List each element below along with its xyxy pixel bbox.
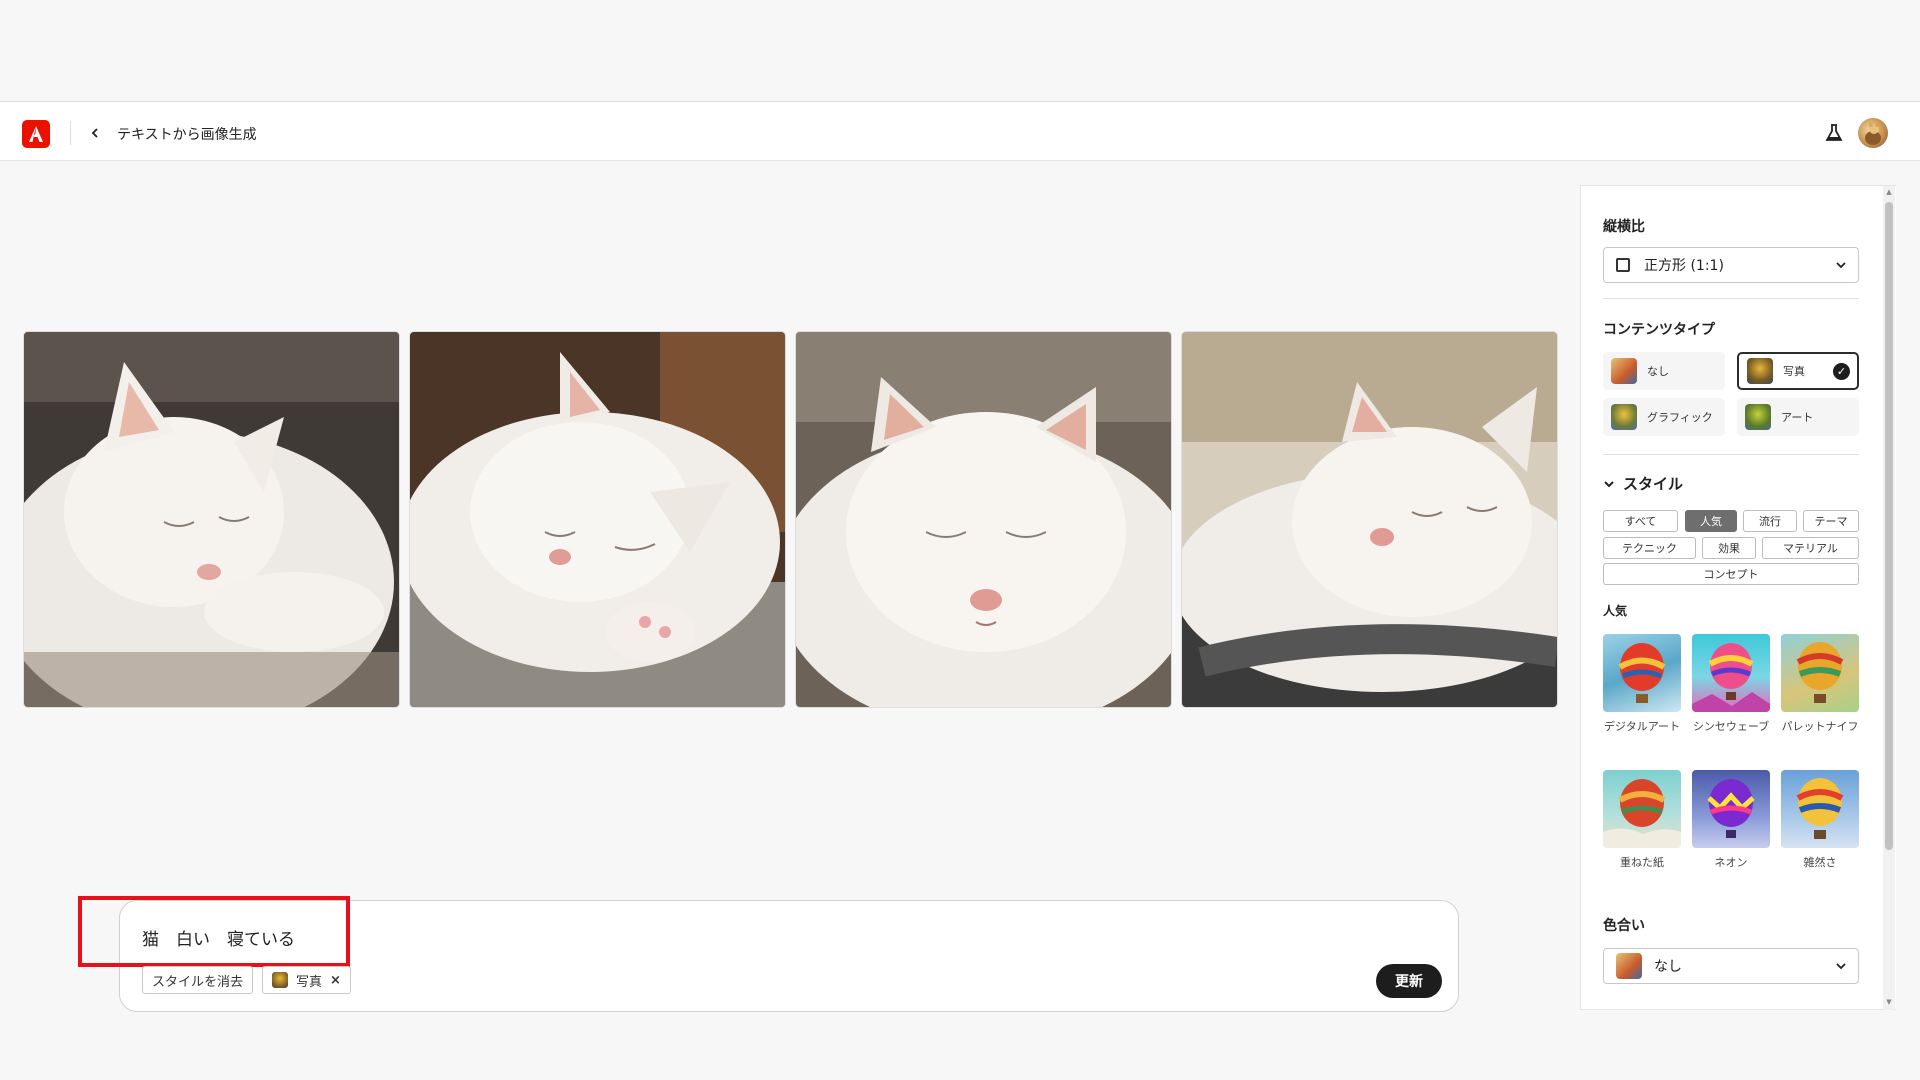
scroll-down-icon[interactable]: ▼ — [1885, 998, 1893, 1006]
prompt-input-box[interactable]: 猫 白い 寝ている — [119, 900, 1459, 1012]
color-tone-select[interactable]: なし — [1603, 948, 1859, 984]
panel-divider — [1603, 298, 1859, 299]
style-tile-neon[interactable] — [1692, 770, 1770, 848]
aspect-ratio-select[interactable]: 正方形 (1:1) — [1603, 247, 1859, 283]
color-tone-label: 色合い — [1603, 918, 1645, 934]
none-color-icon — [1616, 953, 1642, 979]
content-type-graphic[interactable]: グラフィック — [1603, 398, 1725, 436]
style-filter-concept[interactable]: コンセプト — [1603, 563, 1859, 585]
style-tile-digital-art-label: デジタルアート — [1603, 720, 1681, 733]
content-type-photo[interactable]: 写真 ✓ — [1737, 352, 1859, 390]
clear-style-button[interactable]: スタイルを消去 — [142, 966, 254, 994]
user-avatar[interactable] — [1858, 118, 1888, 148]
header-divider — [70, 121, 71, 145]
style-tile-palette-knife-label: パレットナイフ — [1781, 720, 1859, 733]
generated-image-1[interactable] — [24, 332, 399, 707]
style-tile-clutter[interactable] — [1781, 770, 1859, 848]
adobe-logo-icon[interactable] — [22, 120, 50, 148]
aspect-ratio-value: 正方形 (1:1) — [1644, 258, 1724, 274]
chevron-left-icon — [91, 128, 98, 138]
applied-style-chip[interactable]: 写真 × — [262, 966, 351, 994]
panel-divider — [1603, 454, 1859, 455]
style-tile-neon-label: ネオン — [1714, 856, 1748, 869]
page-title: テキストから画像生成 — [117, 127, 257, 143]
popular-styles-label: 人気 — [1603, 604, 1628, 618]
generated-image-4[interactable] — [1182, 332, 1557, 707]
square-icon — [1616, 258, 1630, 272]
settings-panel: 縦横比 正方形 (1:1) コンテンツタイプ なし 写真 ✓ グラフィック アー… — [1580, 185, 1896, 1010]
style-tile-palette-knife[interactable] — [1781, 634, 1859, 712]
remove-chip-icon[interactable]: × — [330, 973, 341, 988]
scrollbar-thumb[interactable] — [1885, 202, 1893, 850]
style-filter-theme[interactable]: テーマ — [1803, 510, 1859, 532]
none-thumb-icon — [1611, 358, 1637, 384]
scroll-up-icon[interactable]: ▲ — [1885, 188, 1893, 196]
style-section-toggle[interactable]: スタイル — [1603, 473, 1683, 494]
chevron-down-icon — [1836, 262, 1846, 269]
chevron-down-icon — [1604, 480, 1614, 487]
generated-image-2[interactable] — [410, 332, 785, 707]
style-tile-layered-paper-label: 重ねた紙 — [1620, 856, 1664, 869]
graphic-thumb-icon — [1611, 404, 1637, 430]
checkmark-icon: ✓ — [1833, 363, 1850, 380]
style-tile-clutter-label: 雑然さ — [1803, 856, 1837, 869]
prompt-text[interactable]: 猫 白い 寝ている — [142, 925, 295, 950]
panel-scrollbar[interactable]: ▲ ▼ — [1883, 186, 1895, 1010]
art-thumb-icon — [1745, 404, 1771, 430]
style-tile-digital-art[interactable] — [1603, 634, 1681, 712]
style-filter-technique[interactable]: テクニック — [1603, 537, 1696, 559]
chevron-down-icon — [1836, 963, 1846, 970]
back-button[interactable] — [84, 122, 106, 144]
clear-style-label: スタイルを消去 — [152, 974, 244, 990]
applied-chip-label: 写真 — [296, 974, 323, 990]
style-filter-effect[interactable]: 効果 — [1702, 537, 1756, 559]
flask-icon[interactable] — [1822, 121, 1846, 145]
photo-balloon-icon — [272, 972, 288, 988]
content-type-none-label: なし — [1647, 365, 1669, 378]
style-filter-all[interactable]: すべて — [1603, 510, 1678, 532]
style-tile-synthwave-label: シンセウェーブ — [1692, 720, 1770, 733]
content-type-photo-label: 写真 — [1783, 365, 1805, 378]
content-type-art[interactable]: アート — [1737, 398, 1859, 436]
photo-thumb-icon — [1747, 358, 1773, 384]
style-filter-material[interactable]: マテリアル — [1762, 537, 1859, 559]
update-button[interactable]: 更新 — [1376, 964, 1442, 998]
generated-image-3[interactable] — [796, 332, 1171, 707]
aspect-ratio-label: 縦横比 — [1603, 219, 1645, 235]
style-filter-popular[interactable]: 人気 — [1685, 510, 1737, 532]
content-type-none[interactable]: なし — [1603, 352, 1725, 390]
style-filter-trending[interactable]: 流行 — [1743, 510, 1797, 532]
content-type-art-label: アート — [1781, 411, 1814, 424]
style-section-label: スタイル — [1623, 475, 1684, 493]
content-type-graphic-label: グラフィック — [1647, 411, 1713, 424]
style-tile-synthwave[interactable] — [1692, 634, 1770, 712]
color-tone-value: なし — [1654, 959, 1682, 975]
content-type-label: コンテンツタイプ — [1603, 322, 1715, 338]
app-header: テキストから画像生成 — [0, 101, 1920, 161]
style-tile-layered-paper[interactable] — [1603, 770, 1681, 848]
